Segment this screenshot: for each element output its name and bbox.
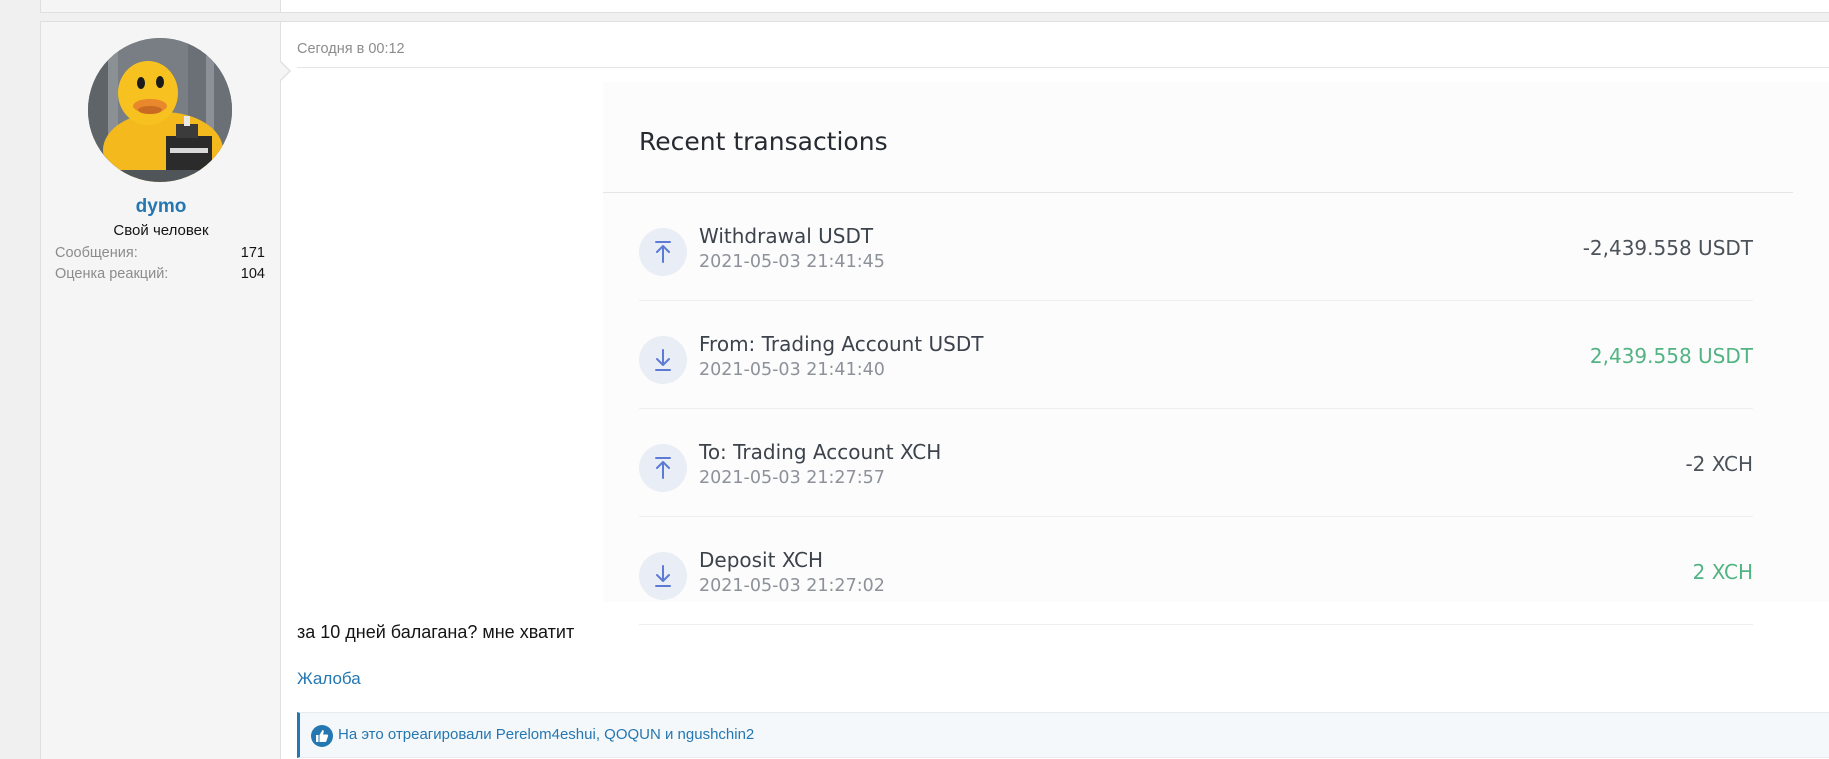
thumbs-up-icon: [311, 725, 333, 747]
arrow-down-icon: [639, 336, 687, 384]
arrow-up-icon: [639, 228, 687, 276]
stat-label: Оценка реакций:: [55, 266, 169, 282]
transaction-name: From: Trading Account USDT: [699, 332, 984, 356]
post-date[interactable]: Сегодня в 00:12: [297, 41, 405, 57]
stat-reaction-score: Оценка реакций: 104: [55, 266, 265, 286]
transaction-amount: 2,439.558 USDT: [1589, 344, 1753, 368]
transaction-time: 2021-05-03 21:27:57: [699, 468, 885, 488]
stat-messages: Сообщения: 171: [55, 245, 265, 265]
transaction-amount: 2 XCH: [1692, 560, 1753, 584]
transaction-time: 2021-05-03 21:27:02: [699, 576, 885, 596]
previous-post-footer: [40, 0, 1829, 13]
post-user-cell: dymo Свой человек Сообщения: 171 Оценка …: [41, 22, 291, 759]
stat-value: 104: [240, 266, 265, 282]
transaction-time: 2021-05-03 21:41:45: [699, 252, 885, 272]
stat-value: 171: [240, 245, 265, 261]
forum-post: dymo Свой человек Сообщения: 171 Оценка …: [40, 21, 1829, 759]
transaction-time: 2021-05-03 21:41:40: [699, 360, 885, 380]
user-title: Свой человек: [113, 222, 209, 239]
arrow-down-icon: [639, 552, 687, 600]
reactions-bar: На это отреагировали Perelom4eshui, QOQU…: [297, 712, 1829, 758]
transaction-name: To: Trading Account XCH: [699, 440, 942, 464]
transaction-row: From: Trading Account USDT 2021-05-03 21…: [639, 301, 1753, 409]
username[interactable]: dymo: [41, 196, 281, 218]
transaction-name: Withdrawal USDT: [699, 224, 874, 248]
transaction-amount: -2 XCH: [1685, 452, 1753, 476]
stat-label: Сообщения:: [55, 245, 138, 261]
transaction-amount: -2,439.558 USDT: [1582, 236, 1753, 260]
attached-screenshot-transactions[interactable]: Recent transactions Withdrawal USDT 2021…: [603, 82, 1829, 625]
post-header-divider: [297, 67, 1829, 68]
transaction-row: Deposit XCH 2021-05-03 21:27:02 2 XCH: [639, 517, 1753, 625]
avatar[interactable]: [88, 38, 232, 182]
user-cell-arrow: [279, 60, 291, 82]
post-message-text: за 10 дней балагана? мне хватит: [297, 622, 575, 642]
arrow-up-icon: [639, 444, 687, 492]
transaction-row: Withdrawal USDT 2021-05-03 21:41:45 -2,4…: [639, 193, 1753, 301]
transaction-row: To: Trading Account XCH 2021-05-03 21:27…: [639, 409, 1753, 517]
reactions-text[interactable]: На это отреагировали Perelom4eshui, QOQU…: [338, 726, 754, 743]
transaction-name: Deposit XCH: [699, 548, 824, 572]
transactions-title: Recent transactions: [639, 127, 888, 156]
report-link[interactable]: Жалоба: [297, 669, 361, 689]
previous-post-user-cell: [41, 0, 281, 12]
duck-avatar-image: [88, 38, 232, 182]
